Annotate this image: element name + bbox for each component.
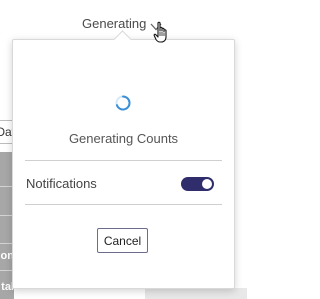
- divider: [25, 204, 222, 205]
- notifications-toggle[interactable]: [181, 177, 214, 191]
- background-strip: [145, 288, 247, 299]
- notifications-label: Notifications: [26, 176, 97, 191]
- divider: [25, 160, 222, 161]
- generating-status-text: Generating Counts: [68, 131, 179, 146]
- toggle-knob: [202, 179, 212, 189]
- popover-arrow: [113, 30, 132, 49]
- generating-popover: Generating Counts Notifications Cancel: [12, 30, 235, 289]
- loading-spinner-icon: [114, 94, 132, 112]
- generating-label: Generating: [82, 15, 147, 31]
- cancel-button[interactable]: Cancel: [97, 228, 148, 253]
- hand-pointer-icon: [153, 21, 171, 45]
